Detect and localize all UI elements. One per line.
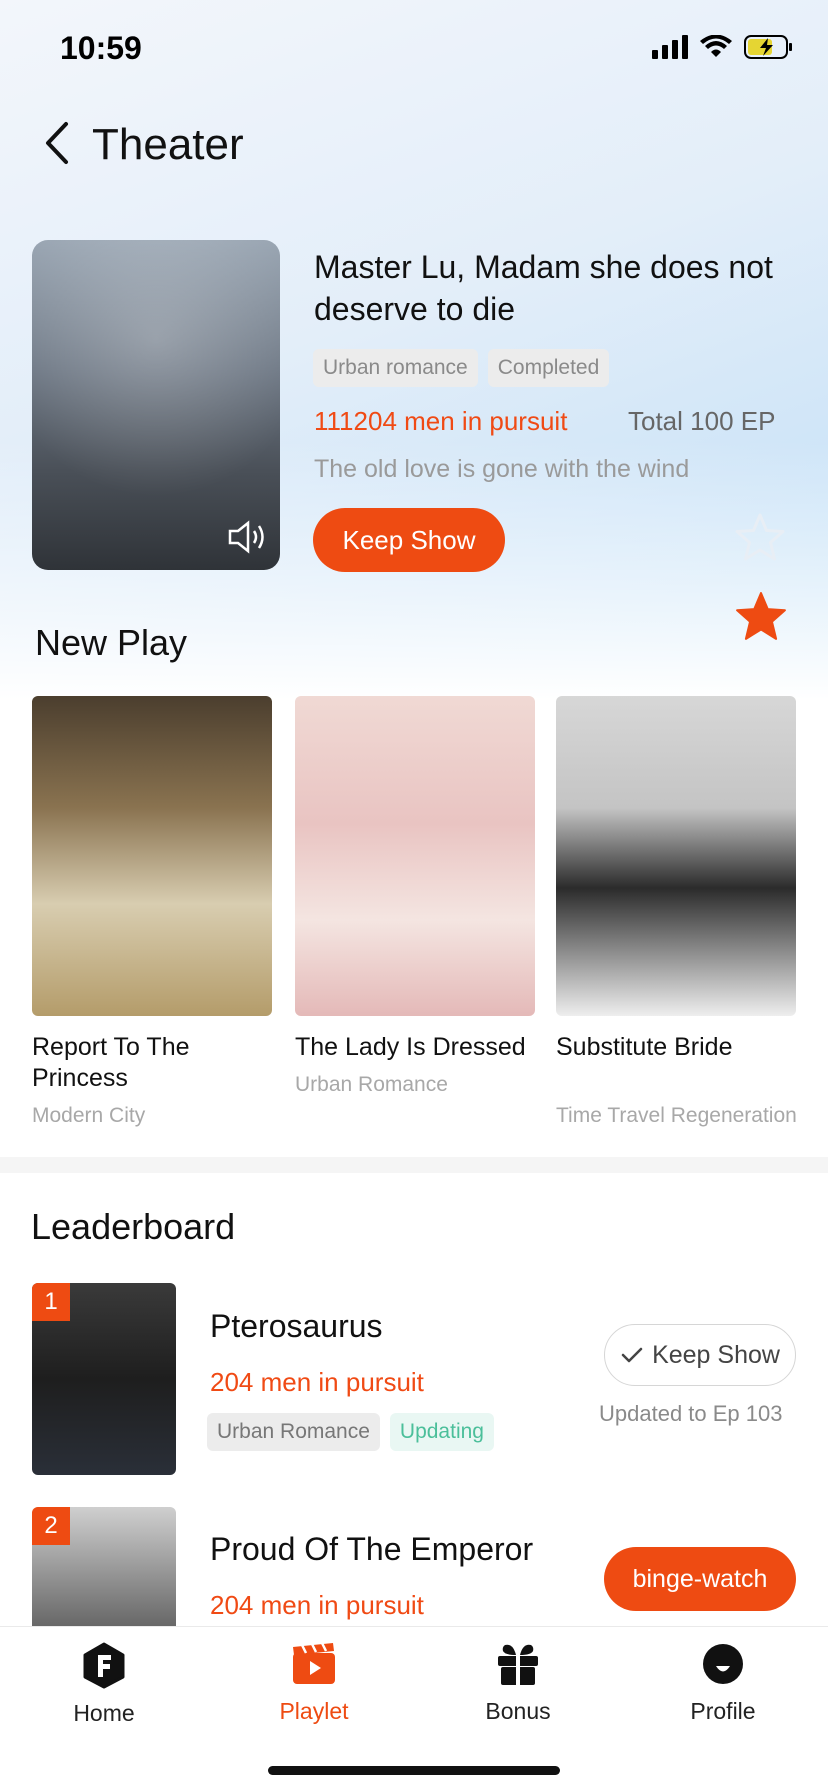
wifi-icon [700, 35, 732, 57]
keep-show-outline-button[interactable]: Keep Show [604, 1324, 796, 1386]
binge-watch-button[interactable]: binge-watch [604, 1547, 796, 1611]
leaderboard-title[interactable]: Proud Of The Emperor [210, 1531, 533, 1568]
star-outline-icon [735, 513, 785, 561]
card-genre: Urban Romance [295, 1073, 448, 1096]
signal-icon [652, 35, 688, 59]
card-title: Substitute Bride [556, 1033, 733, 1061]
home-icon [83, 1642, 125, 1689]
featured-tags: Urban romance Completed [313, 349, 610, 387]
status-icons [652, 34, 794, 60]
section-divider [0, 1157, 828, 1173]
nav-label: Playlet [279, 1698, 349, 1724]
featured-pursuit-count: 111204 men in pursuit [314, 406, 568, 436]
nav-item-playlet[interactable]: Playlet [254, 1641, 374, 1725]
leaderboard-heading: Leaderboard [31, 1206, 236, 1247]
leaderboard-cover[interactable]: 1 [32, 1283, 176, 1475]
nav-item-bonus[interactable]: Bonus [458, 1641, 578, 1725]
leaderboard-tags: Urban Romance Updating [207, 1413, 494, 1451]
nav-item-home[interactable]: Home [44, 1641, 164, 1727]
favorite-star-icon[interactable] [734, 590, 788, 644]
leaderboard-title[interactable]: Pterosaurus [210, 1308, 383, 1345]
card-genre: Modern City [32, 1104, 146, 1127]
profile-icon [703, 1644, 743, 1684]
status-tag: Completed [487, 349, 610, 387]
page-title: Theater [92, 120, 244, 169]
checkmark-icon [621, 1347, 643, 1363]
playlet-icon [293, 1642, 335, 1684]
leaderboard-pursuit-count: 204 men in pursuit [210, 1590, 424, 1620]
updated-episode-text: Updated to Ep 103 [599, 1401, 783, 1426]
new-play-card[interactable]: The Lady Is Dressed Urban Romance [295, 696, 535, 1097]
card-cover [32, 696, 272, 1016]
speaker-icon[interactable] [228, 520, 268, 554]
featured-title: Master Lu, Madam she does not deserve to… [314, 249, 773, 327]
rank-badge: 1 [32, 1283, 70, 1321]
new-play-card[interactable]: Substitute Bride Time Travel Regeneratio… [556, 696, 797, 1128]
updating-tag: Updating [389, 1413, 494, 1451]
keep-show-label: Keep Show [652, 1340, 780, 1369]
nav-label: Home [73, 1700, 135, 1726]
status-time: 10:59 [60, 30, 142, 66]
card-genre: Time Travel Regeneration [556, 1104, 797, 1127]
rank-badge: 2 [32, 1507, 70, 1545]
leaderboard-pursuit-count: 204 men in pursuit [210, 1367, 424, 1397]
card-cover [556, 696, 796, 1016]
featured-description: The old love is gone with the wind [314, 455, 690, 483]
new-play-heading: New Play [35, 622, 188, 663]
gift-icon [498, 1644, 538, 1685]
nav-label: Bonus [485, 1698, 551, 1724]
nav-item-profile[interactable]: Profile [663, 1641, 783, 1725]
featured-cover[interactable] [32, 240, 280, 570]
nav-label: Profile [690, 1698, 756, 1724]
card-title: Report To The Princess [32, 1033, 190, 1092]
genre-tag: Urban romance [313, 349, 478, 387]
featured-episode-total: Total 100 EP [628, 406, 776, 436]
genre-tag: Urban Romance [207, 1413, 380, 1451]
home-indicator [268, 1766, 560, 1775]
card-cover [295, 696, 535, 1016]
keep-show-button[interactable]: Keep Show [313, 508, 505, 572]
new-play-card[interactable]: Report To The Princess Modern City [32, 696, 272, 1128]
battery-icon [744, 35, 792, 59]
back-chevron-icon[interactable] [40, 118, 76, 168]
card-title: The Lady Is Dressed [295, 1033, 526, 1061]
